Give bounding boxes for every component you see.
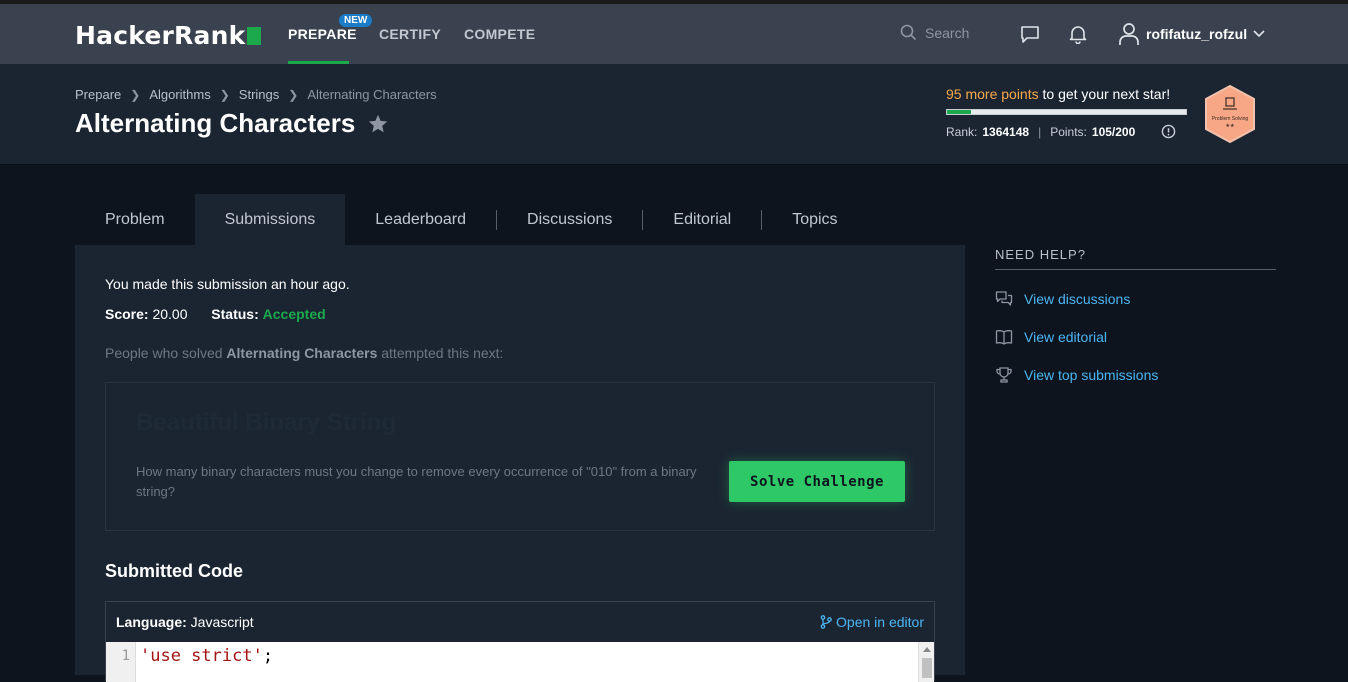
view-editorial-link[interactable]: View editorial xyxy=(995,328,1276,346)
tab-discussions[interactable]: Discussions xyxy=(497,194,642,245)
branch-icon xyxy=(820,615,832,629)
view-top-submissions-label: View top submissions xyxy=(1024,367,1159,383)
challenge-header: Prepare ❯ Algorithms ❯ Strings ❯ Alterna… xyxy=(0,64,1348,165)
points-label: Points: xyxy=(1050,124,1087,139)
chevron-right-icon: ❯ xyxy=(130,87,141,102)
people-attempted-next: People who solved Alternating Characters… xyxy=(105,345,503,361)
book-icon xyxy=(995,330,1013,345)
people-prefix: People who solved xyxy=(105,345,227,361)
open-in-editor-label: Open in editor xyxy=(836,614,924,630)
code-body[interactable]: 1 'use strict'; xyxy=(106,642,934,682)
chevron-right-icon: ❯ xyxy=(288,87,299,102)
rank-value: 1364148 xyxy=(982,124,1030,139)
star-progress-fill xyxy=(947,110,971,114)
tab-problem[interactable]: Problem xyxy=(75,194,195,245)
score-label: Score: xyxy=(105,306,149,322)
chevron-down-icon xyxy=(1253,30,1265,38)
trophy-icon xyxy=(996,367,1012,383)
next-challenge-title[interactable]: Beautiful Binary String xyxy=(136,409,396,437)
discussions-icon xyxy=(995,291,1013,306)
code-header: Language: Javascript Open in editor xyxy=(106,602,934,642)
search-icon xyxy=(900,24,917,41)
people-challenge: Alternating Characters xyxy=(226,345,378,361)
new-badge: NEW xyxy=(339,14,373,27)
view-editorial-label: View editorial xyxy=(1024,329,1108,345)
divider: | xyxy=(1038,124,1042,139)
open-in-editor-link[interactable]: Open in editor xyxy=(820,614,924,630)
tab-editorial[interactable]: Editorial xyxy=(643,194,761,245)
next-challenge-card: Beautiful Binary String How many binary … xyxy=(105,382,935,531)
chevron-right-icon: ❯ xyxy=(219,87,230,102)
status-label: Status: xyxy=(211,306,259,322)
info-icon[interactable] xyxy=(1161,124,1176,139)
points-suffix: to get your next star! xyxy=(1038,86,1171,102)
search-box[interactable]: Search xyxy=(900,24,969,41)
breadcrumb-prepare[interactable]: Prepare xyxy=(75,87,121,102)
nav-prepare[interactable]: PREPARE xyxy=(288,26,357,42)
badge-stars: ★★ xyxy=(1226,123,1235,129)
status-value: Accepted xyxy=(262,306,326,322)
rank-points: Rank: 1364148 | Points: 105/200 xyxy=(946,124,1176,139)
score-status: Score: 20.00 Status: Accepted xyxy=(105,306,326,322)
view-top-submissions-link[interactable]: View top submissions xyxy=(995,366,1276,384)
tab-submissions[interactable]: Submissions xyxy=(194,194,346,245)
points-value: 105/200 xyxy=(1091,124,1136,139)
submitted-code-heading: Submitted Code xyxy=(105,561,243,581)
next-star-message: 95 more points to get your next star! xyxy=(946,86,1170,102)
people-suffix: attempted this next: xyxy=(377,345,504,361)
badge-label: Problem Solving xyxy=(1212,116,1249,122)
scrollbar-thumb[interactable] xyxy=(922,658,932,678)
hackerrank-logo[interactable]: HackerRank xyxy=(75,21,262,50)
code-string: 'use strict' xyxy=(140,646,263,666)
submission-time: You made this submission an hour ago. xyxy=(105,276,350,292)
submission-panel: You made this submission an hour ago. Sc… xyxy=(75,245,965,682)
tab-leaderboard[interactable]: Leaderboard xyxy=(345,194,496,245)
bookmark-star-icon[interactable] xyxy=(367,113,389,135)
rank-label: Rank: xyxy=(946,124,978,139)
breadcrumb-current: Alternating Characters xyxy=(307,87,437,102)
tab-topics[interactable]: Topics xyxy=(762,194,867,245)
breadcrumb-strings[interactable]: Strings xyxy=(239,87,279,102)
language-value: Javascript xyxy=(190,614,254,630)
code-viewer: Language: Javascript Open in editor 1 'u… xyxy=(105,601,935,682)
breadcrumb: Prepare ❯ Algorithms ❯ Strings ❯ Alterna… xyxy=(75,87,437,102)
username: rofifatuz_rofzul xyxy=(1146,26,1248,42)
code-line: 'use strict'; xyxy=(136,642,918,682)
language-info: Language: Javascript xyxy=(116,614,254,630)
language-label: Language: xyxy=(116,614,187,630)
nav-certify[interactable]: CERTIFY xyxy=(379,26,441,42)
page-title-text: Alternating Characters xyxy=(75,108,356,138)
view-discussions-link[interactable]: View discussions xyxy=(995,290,1276,308)
navbar: HackerRank PREPARE NEW CERTIFY COMPETE S… xyxy=(0,4,1348,64)
view-discussions-label: View discussions xyxy=(1024,291,1131,307)
line-number: 1 xyxy=(106,642,136,682)
user-avatar-icon xyxy=(1119,23,1139,45)
challenge-tabs: Problem Submissions Leaderboard Discussi… xyxy=(75,194,965,245)
nav-compete[interactable]: COMPETE xyxy=(464,26,535,42)
need-help-title: NEED HELP? xyxy=(995,247,1276,270)
star-progress-bar xyxy=(946,109,1187,115)
code-punct: ; xyxy=(262,646,274,666)
messages-icon[interactable] xyxy=(1020,24,1040,44)
next-challenge-description: How many binary characters must you chan… xyxy=(136,464,697,499)
breadcrumb-algorithms[interactable]: Algorithms xyxy=(149,87,210,102)
user-menu[interactable]: rofifatuz_rofzul xyxy=(1118,22,1271,46)
notifications-bell-icon[interactable] xyxy=(1068,24,1088,44)
score-value: 20.00 xyxy=(152,306,188,322)
points-needed: 95 more points xyxy=(946,86,1039,102)
scroll-up-arrow-icon[interactable] xyxy=(923,647,931,652)
search-placeholder: Search xyxy=(925,24,970,41)
solve-challenge-button[interactable]: Solve Challenge xyxy=(729,461,905,502)
need-help-panel: NEED HELP? View discussions View editori… xyxy=(995,247,1276,384)
code-scrollbar[interactable] xyxy=(918,642,934,682)
page-title: Alternating Characters xyxy=(75,108,389,139)
problem-solving-badge[interactable]: Problem Solving ★★ xyxy=(1203,84,1257,144)
